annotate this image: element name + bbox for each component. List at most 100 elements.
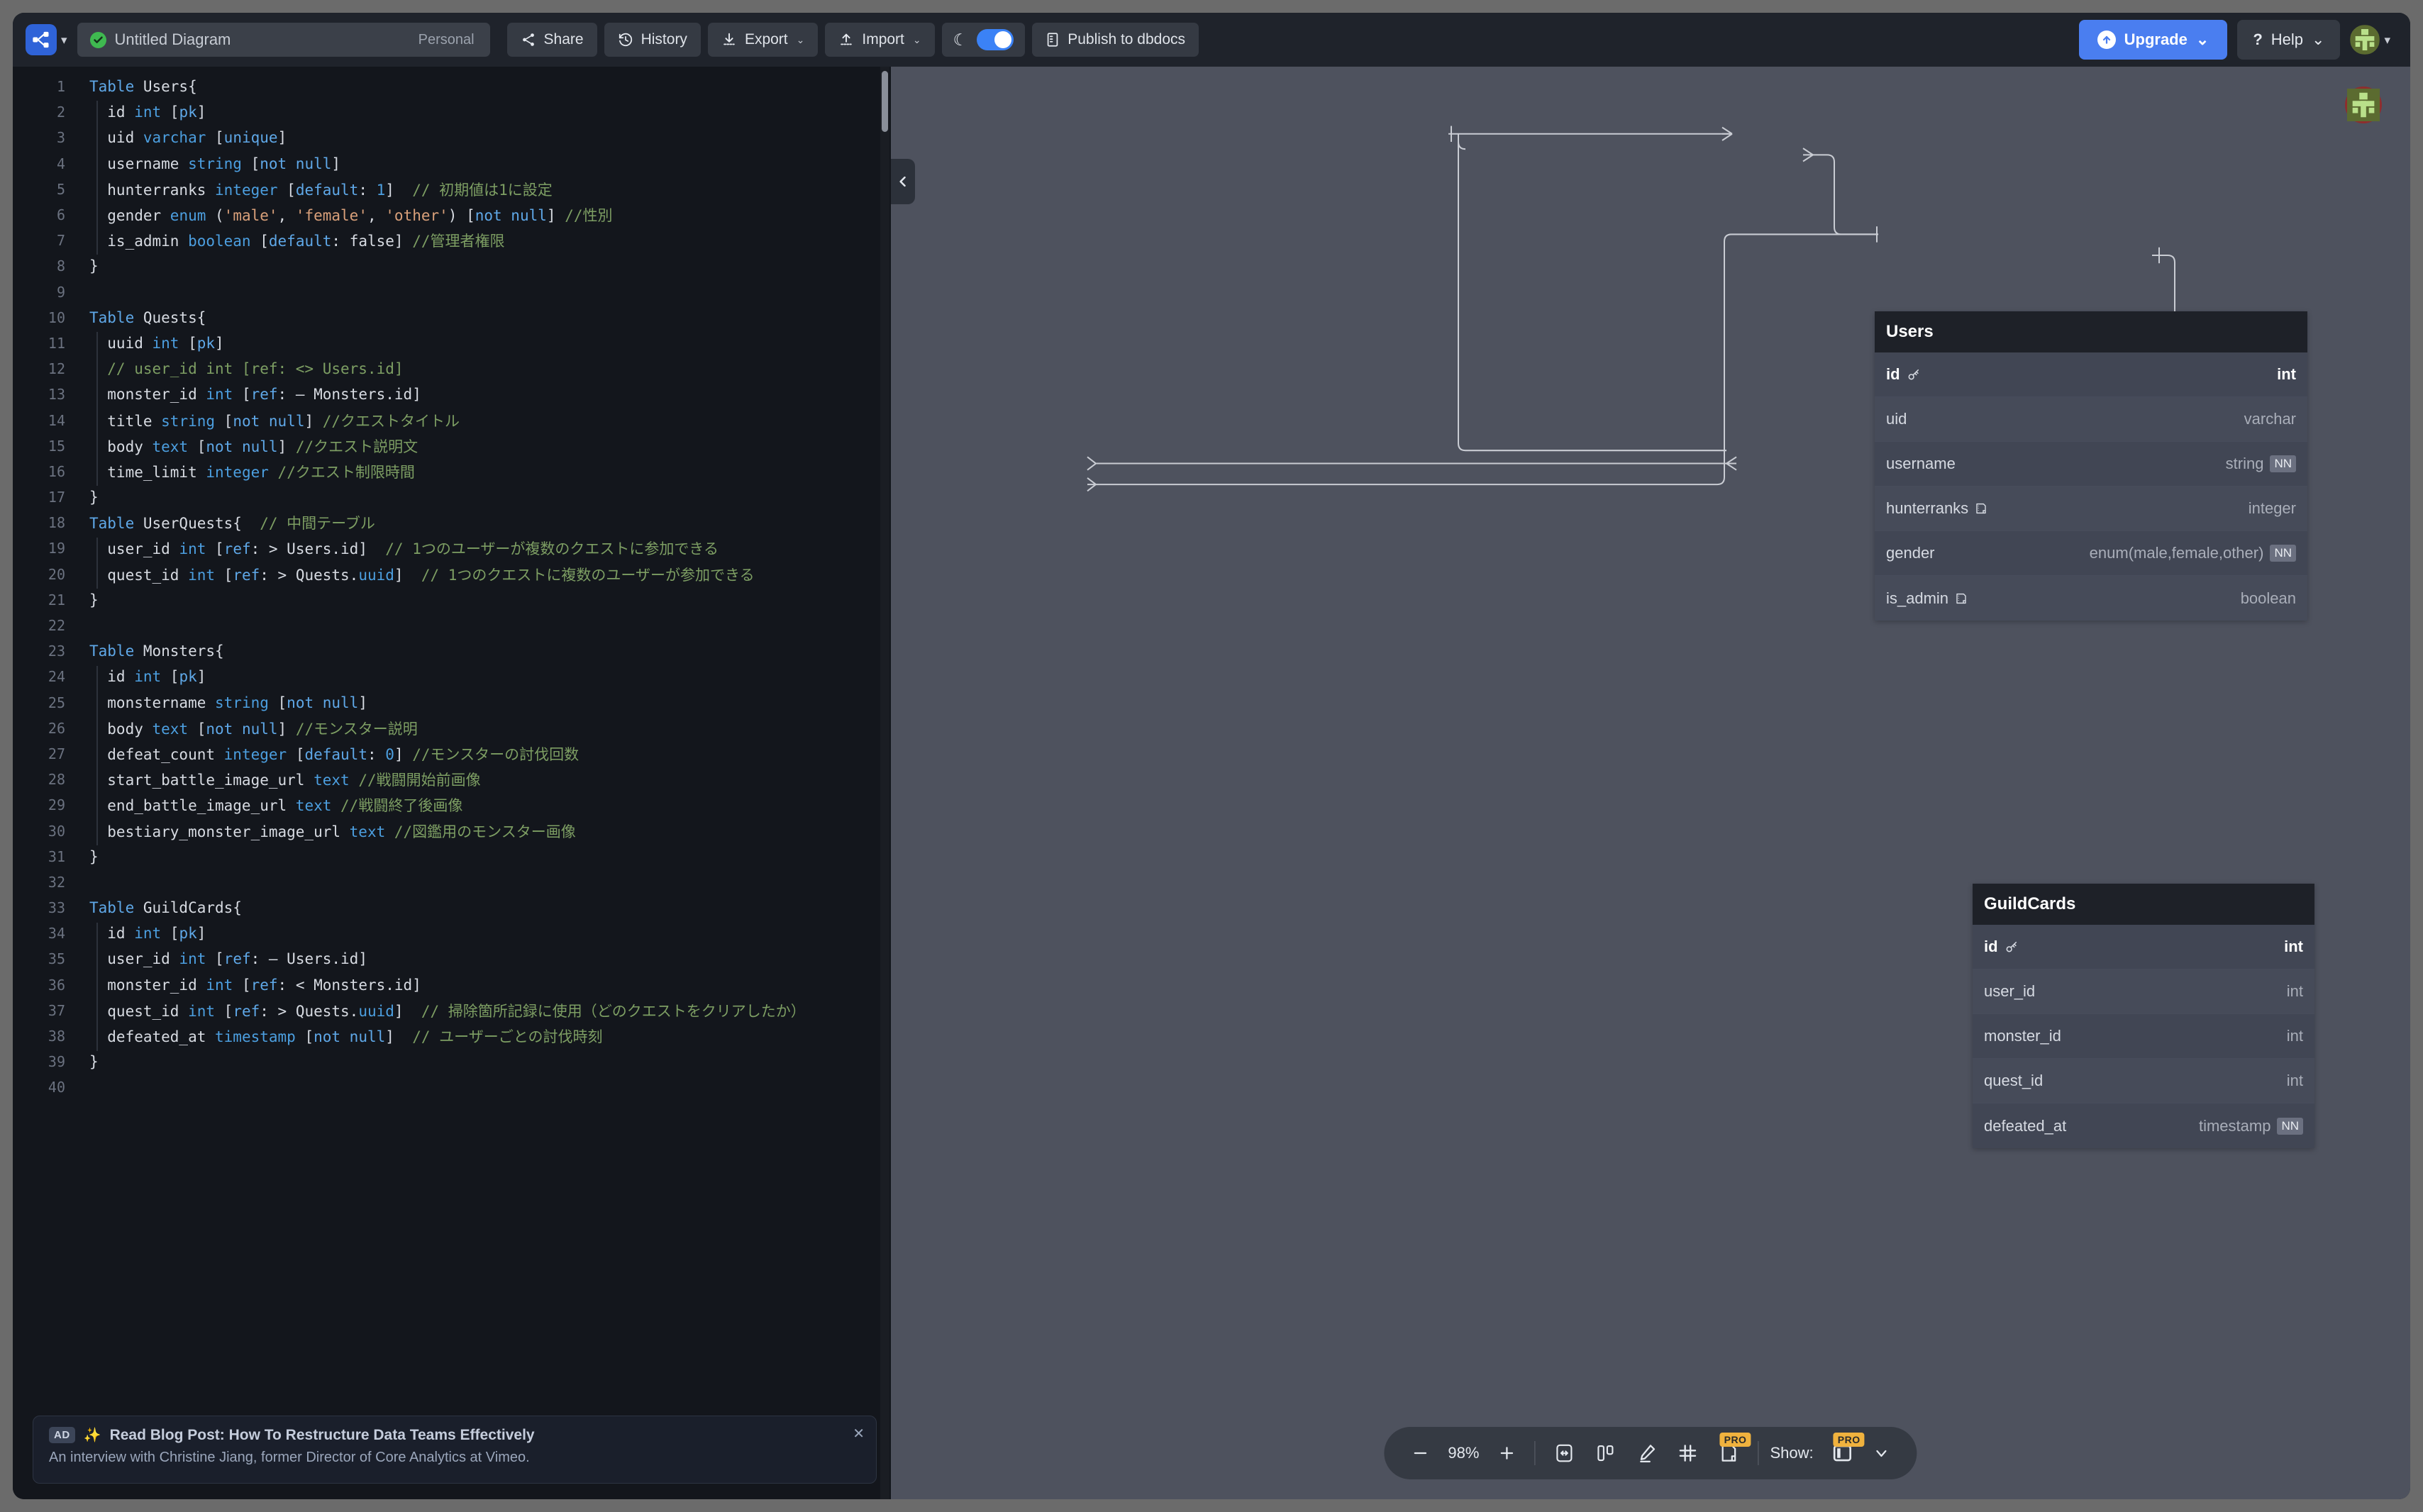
fit-to-screen-button[interactable] <box>1543 1427 1585 1479</box>
code-line[interactable]: 13 monster_id int [ref: – Monsters.id] <box>13 382 891 407</box>
auto-arrange-button[interactable] <box>1585 1427 1626 1479</box>
code-line[interactable]: 2 id int [pk] <box>13 99 891 125</box>
dbdiagram-share-logo-icon[interactable] <box>26 24 57 55</box>
table-field-row[interactable]: id int <box>1973 925 2314 969</box>
account-menu[interactable]: ▾ <box>2350 25 2390 55</box>
publish-to-dbdocs-button[interactable]: Publish to dbdocs <box>1032 23 1199 57</box>
code-line[interactable]: 32 <box>13 869 891 895</box>
table-field-row[interactable]: user_id int <box>1973 969 2314 1014</box>
dbml-code-editor[interactable]: 1 Table Users{2 id int [pk] 3 uid varchar … <box>13 67 891 1499</box>
dark-mode-toggle[interactable]: ☾ <box>941 23 1026 57</box>
chevron-down-icon[interactable]: ▾ <box>61 34 67 46</box>
code-line[interactable]: 4 username string [not null] <box>13 151 891 177</box>
ad-banner[interactable]: AD ✨ Read Blog Post: How To Restructure … <box>33 1416 877 1484</box>
code-line[interactable]: 5 hunterranks integer [default: 1] // 初期… <box>13 177 891 202</box>
workspace-label: Personal <box>418 31 475 48</box>
code-line[interactable]: 18 Table UserQuests{ // 中間テーブル <box>13 510 891 535</box>
code-line[interactable]: 14 title string [not null] //クエストタイトル <box>13 407 891 433</box>
table-field-row[interactable]: quest_id int <box>1973 1059 2314 1104</box>
diagram-canvas[interactable]: Users id int uid varchar username string NN hunt… <box>891 67 2410 1499</box>
grid-button[interactable] <box>1667 1427 1708 1479</box>
code-line[interactable]: 22 <box>13 613 891 638</box>
code-line[interactable]: 30 bestiary_monster_image_url text //図鑑用… <box>13 818 891 843</box>
code-line[interactable]: 1 Table Users{ <box>13 74 891 99</box>
line-content: // user_id int [ref: <> Users.id] <box>89 360 404 378</box>
code-line[interactable]: 3 uid varchar [unique] <box>13 125 891 150</box>
table-name[interactable]: GuildCards <box>1973 884 2314 925</box>
history-button[interactable]: History <box>604 23 701 57</box>
line-number: 11 <box>48 334 65 352</box>
upgrade-button[interactable]: Upgrade ⌄ <box>2078 20 2228 60</box>
help-button[interactable]: ? Help ⌄ <box>2237 20 2341 60</box>
import-button[interactable]: Import ⌄ <box>825 23 935 57</box>
table-field-row[interactable]: username string NN <box>1875 442 2307 487</box>
table-field-row[interactable]: defeated_at timestamp NN <box>1973 1104 2314 1148</box>
field-type: varchar <box>2244 410 2296 428</box>
zoom-out-button[interactable] <box>1401 1427 1439 1479</box>
not-null-badge: NN <box>2277 1117 2303 1135</box>
code-line[interactable]: 15 body text [not null] //クエスト説明文 <box>13 433 891 459</box>
code-line[interactable]: 24 id int [pk] <box>13 664 891 689</box>
code-line[interactable]: 25 monstername string [not null] <box>13 690 891 716</box>
code-line[interactable]: 28 start_battle_image_url text //戦闘開始前画像 <box>13 767 891 792</box>
code-line[interactable]: 21} <box>13 587 891 613</box>
code-line[interactable]: 27 defeat_count integer [default: 0] //モ… <box>13 741 891 767</box>
code-line[interactable]: 36 monster_id int [ref: < Monsters.id] <box>13 972 891 998</box>
code-line[interactable]: 38 defeated_at timestamp [not null] // ユ… <box>13 1023 891 1049</box>
code-line[interactable]: 40 <box>13 1074 891 1100</box>
table-card[interactable]: Users id int uid varchar username string NN hunt… <box>1875 311 2307 621</box>
code-line[interactable]: 9 <box>13 279 891 305</box>
code-line[interactable]: 35 user_id int [ref: – Users.id] <box>13 946 891 972</box>
line-number: 32 <box>48 873 65 891</box>
code-line[interactable]: 20 quest_id int [ref: > Quests.uuid] // … <box>13 562 891 587</box>
show-dropdown-caret[interactable] <box>1863 1427 1900 1479</box>
code-line[interactable]: 23 Table Monsters{ <box>13 638 891 664</box>
zoom-in-button[interactable] <box>1487 1427 1526 1479</box>
close-icon[interactable]: ✕ <box>853 1425 865 1442</box>
code-line[interactable]: 10 Table Quests{ <box>13 305 891 330</box>
export-button[interactable]: Export ⌄ <box>707 23 819 57</box>
code-lines[interactable]: 1 Table Users{2 id int [pk] 3 uid varchar … <box>13 67 891 1101</box>
highlighter-button[interactable] <box>1626 1427 1667 1479</box>
table-field-row[interactable]: is_admin boolean <box>1875 576 2307 621</box>
user-avatar[interactable] <box>2350 25 2380 55</box>
table-field-row[interactable]: id int <box>1875 352 2307 397</box>
app-logo-menu[interactable]: ▾ <box>26 24 67 55</box>
line-number: 17 <box>48 489 65 506</box>
code-line[interactable]: 34 id int [pk] <box>13 921 891 946</box>
share-icon <box>521 32 536 48</box>
table-field-row[interactable]: hunterranks integer <box>1875 487 2307 531</box>
share-label: Share <box>543 31 584 48</box>
sticky-note-button[interactable]: PRO <box>1708 1427 1751 1479</box>
code-line[interactable]: 26 body text [not null] //モンスター説明 <box>13 716 891 741</box>
table-field-row[interactable]: monster_id int <box>1973 1014 2314 1059</box>
code-line[interactable]: 39} <box>13 1049 891 1074</box>
table-card[interactable]: GuildCards id int user_id int monster_id int qu… <box>1973 884 2314 1148</box>
show-layout-button[interactable]: PRO <box>1822 1427 1865 1479</box>
table-field-row[interactable]: gender enum(male,female,other) NN <box>1875 531 2307 576</box>
code-line[interactable]: 31} <box>13 844 891 869</box>
share-button[interactable]: Share <box>506 23 597 57</box>
table-name[interactable]: Users <box>1875 311 2307 352</box>
line-content: body text [not null] //モンスター説明 <box>89 720 418 738</box>
toggle-switch[interactable] <box>977 29 1014 50</box>
code-line[interactable]: 6 gender enum ('male', 'female', 'other'… <box>13 202 891 228</box>
code-line[interactable]: 37 quest_id int [ref: > Quests.uuid] // … <box>13 998 891 1023</box>
code-line[interactable]: 16 time_limit integer //クエスト制限時間 <box>13 459 891 484</box>
not-null-badge: NN <box>2270 455 2296 472</box>
document-title-field[interactable]: Untitled Diagram Personal <box>77 23 490 57</box>
line-content: monstername string [not null] <box>89 694 367 711</box>
code-line[interactable]: 17} <box>13 484 891 510</box>
code-line[interactable]: 19 user_id int [ref: > Users.id] // 1つのユ… <box>13 535 891 561</box>
table-field-row[interactable]: uid varchar <box>1875 397 2307 442</box>
chevron-down-icon[interactable]: ▾ <box>2384 34 2390 46</box>
code-line[interactable]: 12 // user_id int [ref: <> Users.id] <box>13 356 891 382</box>
code-line[interactable]: 11 uuid int [pk] <box>13 330 891 356</box>
code-line[interactable]: 29 end_battle_image_url text //戦闘終了後画像 <box>13 792 891 818</box>
collapse-editor-button[interactable] <box>891 159 915 204</box>
line-content: uid varchar [unique] <box>89 129 287 147</box>
code-line[interactable]: 33 Table GuildCards{ <box>13 895 891 921</box>
code-line[interactable]: 7 is_admin boolean [default: false] //管理… <box>13 228 891 253</box>
ad-title: Read Blog Post: How To Restructure Data … <box>109 1426 535 1443</box>
code-line[interactable]: 8} <box>13 253 891 279</box>
